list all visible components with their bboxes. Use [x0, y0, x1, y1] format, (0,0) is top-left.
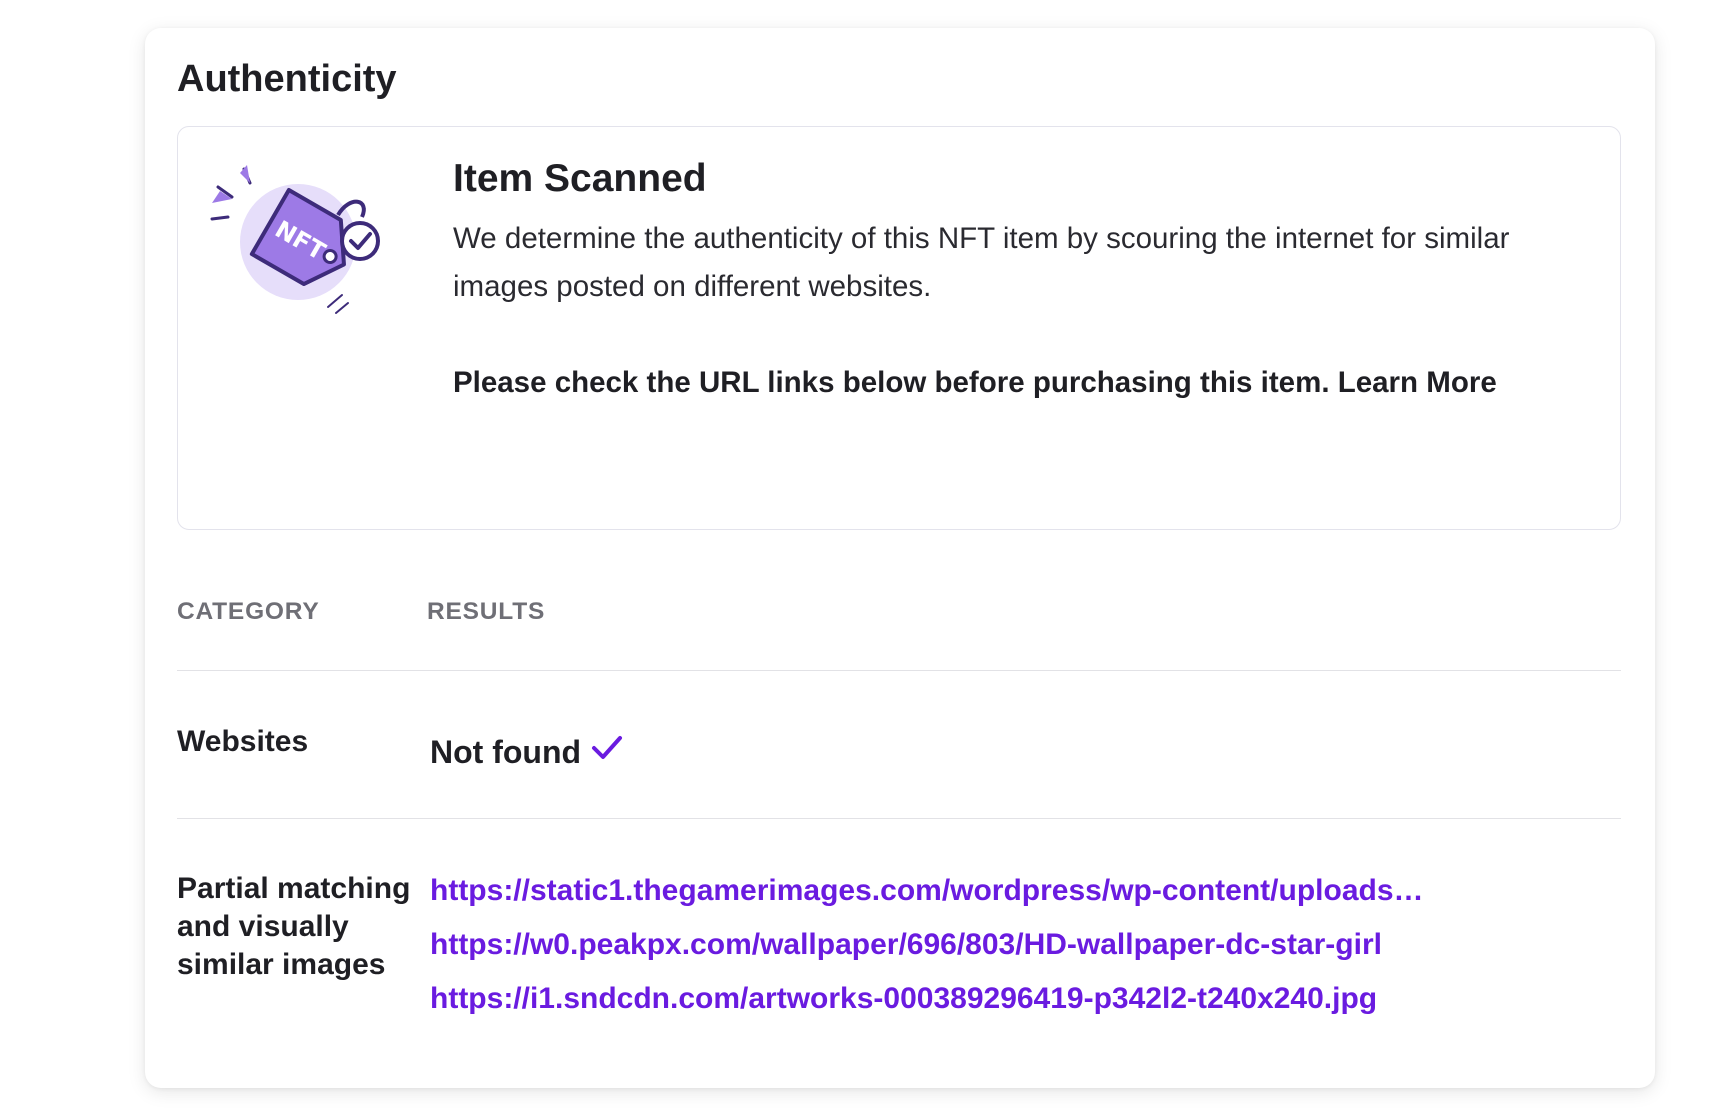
scan-text-block: Item Scanned We determine the authentici…: [453, 157, 1563, 407]
websites-category-label: Websites: [177, 725, 309, 758]
partial-matching-category-label: Partial matching and visually similar im…: [177, 872, 411, 981]
matching-image-link[interactable]: https://i1.sndcdn.com/artworks-000389296…: [430, 981, 1430, 1017]
nft-tag-check-icon: NFT: [210, 165, 380, 314]
matching-links-list: https://static1.thegamerimages.com/wordp…: [430, 873, 1430, 1035]
matching-image-link[interactable]: https://w0.peakpx.com/wallpaper/696/803/…: [430, 927, 1430, 963]
websites-result: Not found: [430, 734, 623, 771]
section-title: Authenticity: [177, 58, 397, 100]
scan-summary-box: NFT Item Scanned We determine the authen…: [177, 126, 1621, 530]
table-divider: [177, 670, 1621, 671]
scan-warning[interactable]: Please check the URL links below before …: [453, 359, 1563, 407]
checkmark-icon: [592, 735, 623, 759]
category-column-header: CATEGORY: [177, 598, 320, 625]
scan-heading: Item Scanned: [453, 157, 707, 200]
websites-result-text: Not found: [430, 734, 582, 770]
authenticity-card: Authenticity NFT Item Scanned We determi…: [145, 28, 1655, 1088]
matching-image-link[interactable]: https://static1.thegamerimages.com/wordp…: [430, 873, 1430, 909]
scan-description: We determine the authenticity of this NF…: [453, 222, 1510, 303]
table-divider: [177, 818, 1621, 819]
results-column-header: RESULTS: [427, 598, 546, 625]
